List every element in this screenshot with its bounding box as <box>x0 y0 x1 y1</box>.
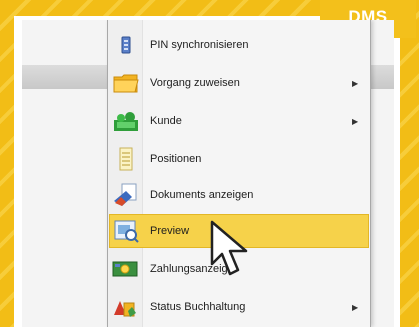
documents-icon <box>110 183 142 207</box>
menu-item-dokuments-anzeigen[interactable]: Dokuments anzeigen <box>110 178 366 212</box>
pin-sync-icon <box>110 36 142 54</box>
submenu-arrow-icon: ▶ <box>352 78 359 88</box>
context-menu: PIN synchronisieren Vorgang zuweisen ▶ K… <box>107 20 371 327</box>
menu-item-label: PIN synchronisieren <box>150 39 249 51</box>
menu-item-status-buchhaltung[interactable]: Status Buchhaltung ▶ <box>110 290 366 324</box>
menu-item-vorgang-zuweisen[interactable]: Vorgang zuweisen ▶ <box>110 66 366 100</box>
menu-item-kunde[interactable]: Kunde ▶ <box>110 104 366 138</box>
menu-item-positionen[interactable]: Positionen <box>110 142 366 176</box>
submenu-arrow-icon: ▶ <box>352 302 359 312</box>
menu-item-label: Positionen <box>150 153 202 165</box>
payment-icon <box>110 258 142 280</box>
accounting-status-icon <box>110 295 142 319</box>
list-icon <box>110 147 142 171</box>
menu-item-label: Dokuments anzeigen <box>150 189 254 201</box>
menu-item-label: Status Buchhaltung <box>150 301 246 313</box>
submenu-arrow-icon: ▶ <box>352 116 359 126</box>
application-window: PIN synchronisieren Vorgang zuweisen ▶ K… <box>22 20 394 327</box>
preview-icon <box>110 219 142 243</box>
customer-icon <box>110 110 142 132</box>
menu-item-pin-synchronisieren[interactable]: PIN synchronisieren <box>110 28 366 62</box>
mouse-pointer-icon <box>210 220 248 276</box>
menu-item-label: Kunde <box>150 115 182 127</box>
folder-icon <box>110 72 142 94</box>
menu-item-label: Vorgang zuweisen <box>150 77 240 89</box>
